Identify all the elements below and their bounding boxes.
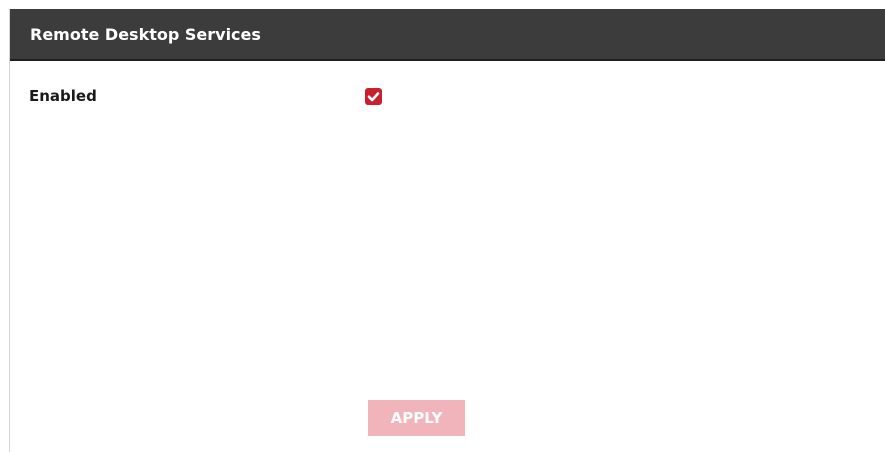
enabled-checkbox[interactable] bbox=[365, 88, 382, 105]
settings-panel: Remote Desktop Services Enabled APPLY bbox=[9, 9, 885, 452]
panel-header: Remote Desktop Services bbox=[10, 9, 885, 61]
panel-title: Remote Desktop Services bbox=[30, 25, 261, 44]
apply-button[interactable]: APPLY bbox=[368, 400, 465, 436]
enabled-label: Enabled bbox=[29, 87, 97, 105]
check-icon bbox=[367, 92, 380, 102]
